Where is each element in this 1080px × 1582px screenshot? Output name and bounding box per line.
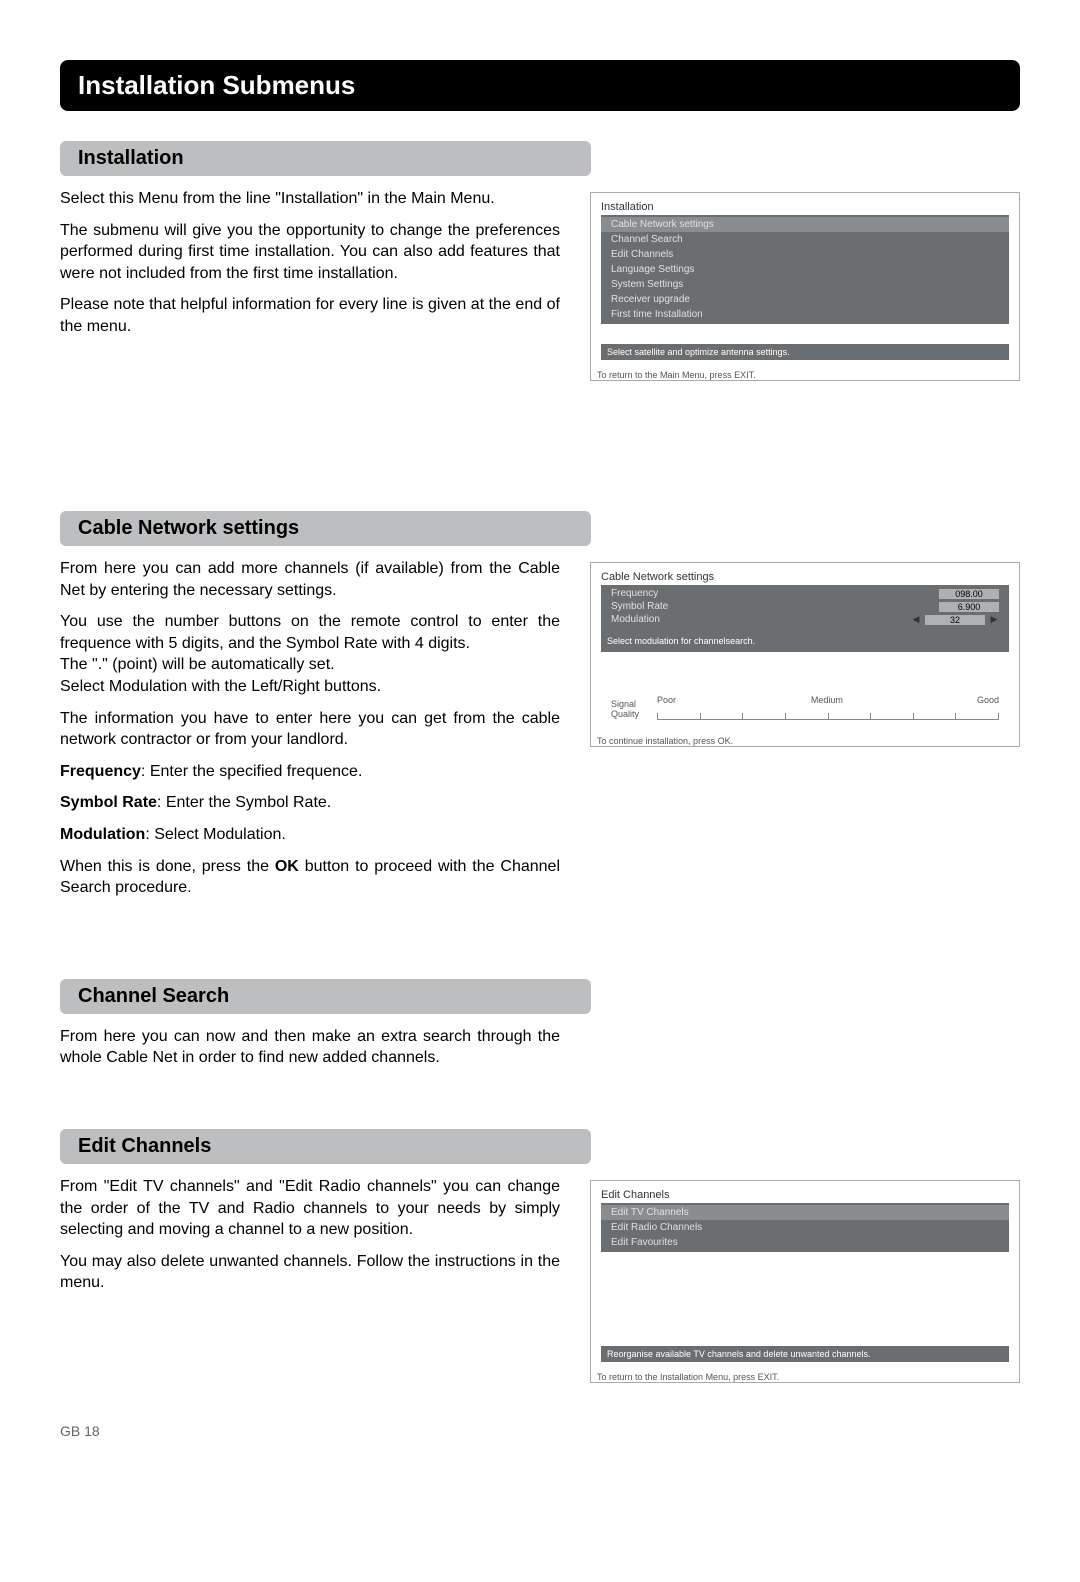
text: Select this Menu from the line "Installa… [60,188,560,210]
ss-title: Installation [601,201,1009,213]
field-label: Frequency [611,588,658,599]
screenshot-cable: Cable Network settings Frequency 098.00 … [590,562,1020,747]
heading-edit-channels: Edit Channels [60,1129,591,1164]
menu-item: Edit Radio Channels [601,1220,1009,1235]
text: The information you have to enter here y… [60,708,560,751]
text: The submenu will give you the opportunit… [60,220,560,285]
text: You may also delete unwanted channels. F… [60,1251,560,1294]
text: From here you can now and then make an e… [60,1026,560,1069]
arrow-right-icon: ▶ [989,615,999,625]
field-label: Symbol Rate [611,601,668,612]
field-value: 32 [925,615,985,625]
text: When this is done, press the OK button t… [60,856,560,899]
field-label: Modulation [611,614,907,625]
ss-title: Cable Network settings [601,571,1009,583]
heading-installation: Installation [60,141,591,176]
screenshot-edit-channels: Edit Channels Edit TV Channels Edit Radi… [590,1180,1020,1383]
text: From "Edit TV channels" and "Edit Radio … [60,1176,560,1241]
arrow-left-icon: ◀ [911,615,921,625]
text: Please note that helpful information for… [60,294,560,337]
menu-item: Edit TV Channels [601,1205,1009,1220]
ss-title: Edit Channels [601,1189,1009,1201]
heading-cable: Cable Network settings [60,511,591,546]
menu-item: Receiver upgrade [601,292,1009,307]
text: From here you can add more channels (if … [60,558,560,601]
text: Symbol Rate: Enter the Symbol Rate. [60,792,560,814]
page-title: Installation Submenus [60,60,1020,111]
menu-item: Language Settings [601,262,1009,277]
signal-label: Signal Quality [611,700,651,720]
menu-item: First time Installation [601,307,1009,322]
menu-item: Channel Search [601,232,1009,247]
menu-item: System Settings [601,277,1009,292]
signal-scale: Poor Medium Good [657,707,999,720]
field-value: 6.900 [939,602,999,612]
text: Frequency: Enter the specified frequence… [60,761,560,783]
menu-item: Edit Channels [601,247,1009,262]
heading-channel-search: Channel Search [60,979,591,1014]
text: Modulation: Select Modulation. [60,824,560,846]
menu-item: Edit Favourites [601,1235,1009,1250]
ss-footer: To return to the Installation Menu, pres… [591,1368,1019,1382]
ss-footer: To return to the Main Menu, press EXIT. [591,366,1019,380]
page-number: GB 18 [60,1423,1020,1439]
hint-bar: Reorganise available TV channels and del… [601,1346,1009,1362]
screenshot-installation: Installation Cable Network settings Chan… [590,192,1020,381]
ss-footer: To continue installation, press OK. [591,732,1019,746]
field-value: 098.00 [939,589,999,599]
hint-bar: Select satellite and optimize antenna se… [601,344,1009,360]
text: You use the number buttons on the remote… [60,611,560,697]
menu-item: Cable Network settings [601,217,1009,232]
hint-text: Select modulation for channelsearch. [607,636,1003,646]
